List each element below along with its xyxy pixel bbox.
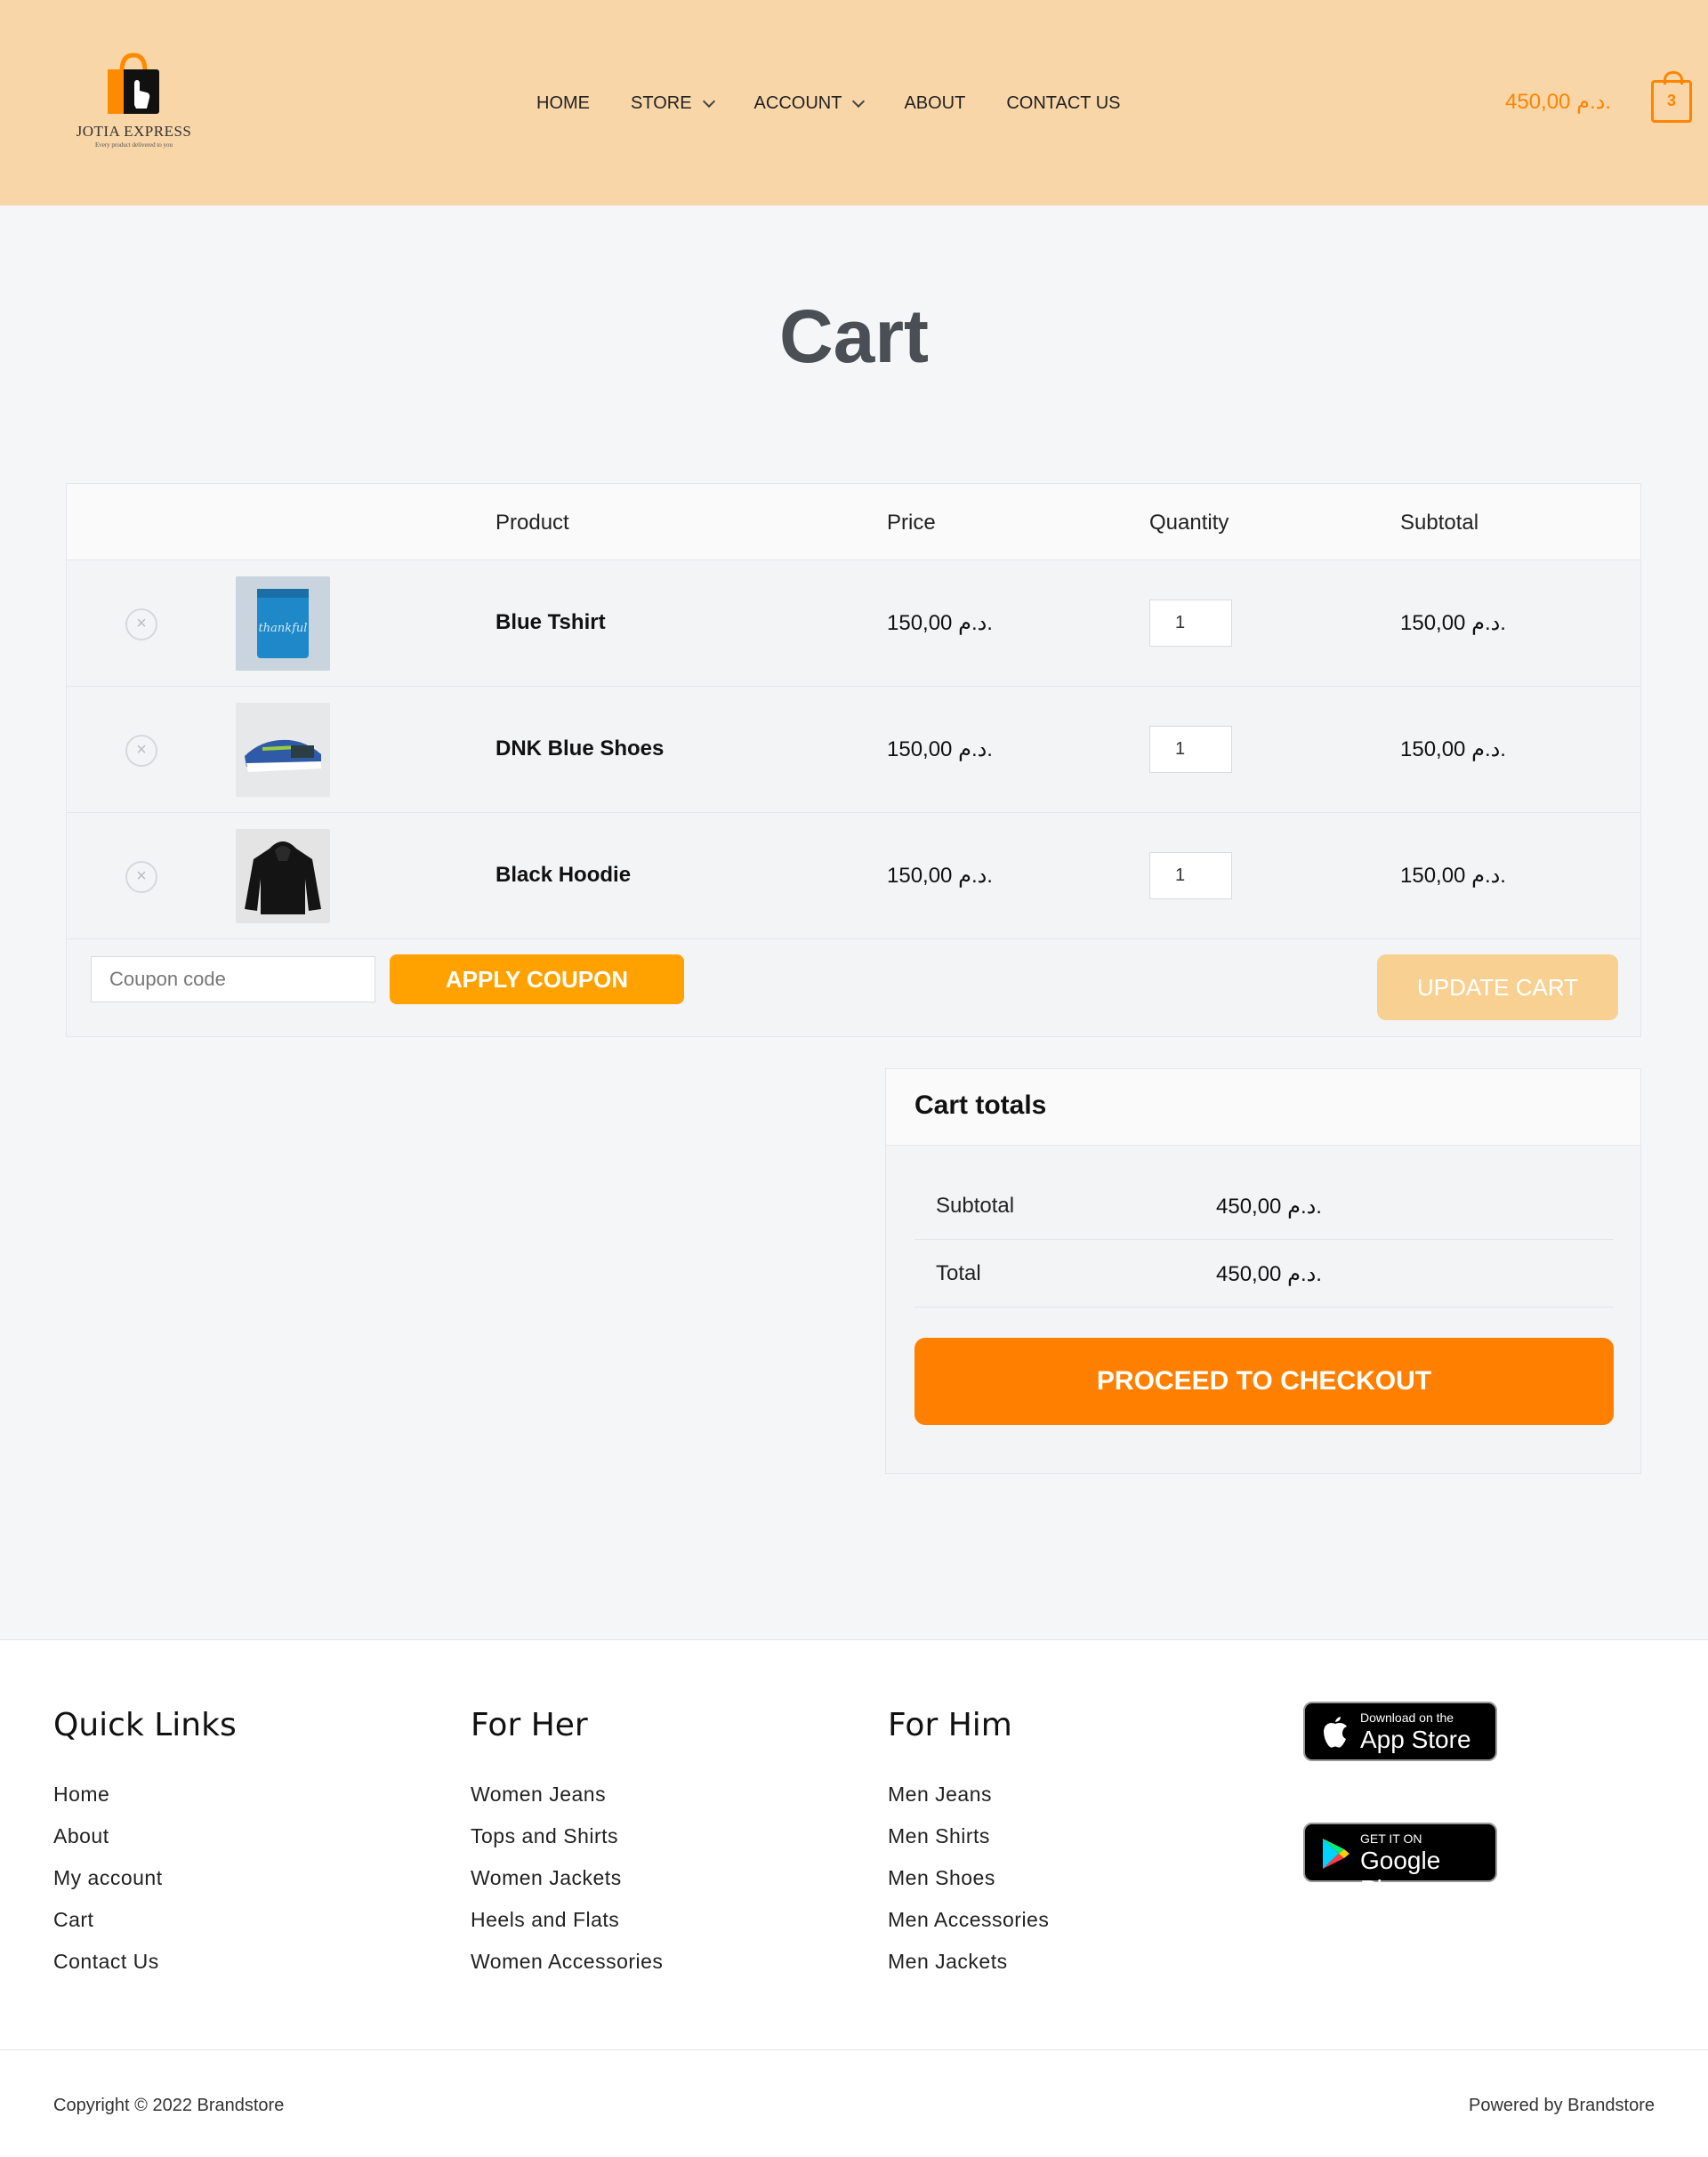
- black-hoodie-image[interactable]: [236, 829, 330, 923]
- product-price: 150,00 د.م.: [887, 737, 993, 761]
- apple-icon: [1324, 1717, 1347, 1748]
- nav-home[interactable]: HOME: [536, 93, 590, 114]
- subtotal-value: 450,00 د.م.: [1216, 1195, 1322, 1219]
- total-label: Total: [936, 1261, 981, 1285]
- proceed-to-checkout-button[interactable]: PROCEED TO CHECKOUT: [914, 1338, 1614, 1425]
- cart-totals-header: Cart totals: [886, 1069, 1640, 1146]
- product-price: 150,00 د.م.: [887, 864, 993, 888]
- cart-totals-title: Cart totals: [914, 1091, 1047, 1120]
- page-title: Cart: [778, 294, 930, 378]
- product-name-link[interactable]: Blue Tshirt: [495, 610, 606, 635]
- google-play-small-text: GET IT ON: [1360, 1831, 1422, 1846]
- column-header-product: Product: [495, 511, 569, 535]
- quantity-input[interactable]: 1: [1149, 600, 1232, 647]
- nav-store-label: STORE: [631, 93, 692, 113]
- cart-table-header: Product Price Quantity Subtotal: [67, 484, 1640, 560]
- chevron-down-icon: [852, 94, 866, 108]
- cart-row: × DNK Blue Shoes 150,00 د.م. 1 150,00 د.…: [67, 687, 1640, 813]
- footer-link[interactable]: Men Jackets: [888, 1948, 1049, 1990]
- main-nav: HOME STORE ACCOUNT ABOUT CONTACT US: [536, 89, 1162, 117]
- app-store-big-text: App Store: [1360, 1726, 1471, 1753]
- footer-link[interactable]: About: [53, 1823, 237, 1864]
- cart-bag-icon[interactable]: 3: [1651, 71, 1692, 123]
- footer-link[interactable]: Women Jackets: [471, 1864, 663, 1906]
- shopping-bag-logo-icon: [108, 52, 159, 114]
- product-subtotal: 150,00 د.م.: [1400, 864, 1506, 888]
- column-header-subtotal: Subtotal: [1400, 511, 1479, 535]
- header-cart-total[interactable]: 450,00 د.م.: [1505, 89, 1611, 115]
- site-logo[interactable]: JOTIA EXPRESS Every product delivered to…: [74, 52, 194, 154]
- cart-table: Product Price Quantity Subtotal × thankf…: [66, 483, 1641, 1037]
- footer-link[interactable]: Men Shoes: [888, 1864, 1049, 1906]
- logo-tagline: Every product delivered to you: [94, 141, 173, 149]
- quantity-input[interactable]: 1: [1149, 726, 1232, 773]
- update-cart-button[interactable]: UPDATE CART: [1377, 954, 1618, 1020]
- blue-tshirt-image[interactable]: thankful: [236, 576, 330, 671]
- powered-by-text: Powered by Brandstore: [1468, 2096, 1655, 2115]
- column-header-quantity: Quantity: [1149, 511, 1229, 535]
- nav-contact-us[interactable]: CONTACT US: [1006, 93, 1120, 114]
- subtotal-label: Subtotal: [936, 1194, 1015, 1218]
- footer-link[interactable]: Men Jeans: [888, 1781, 1049, 1823]
- product-name-link[interactable]: Black Hoodie: [495, 863, 631, 888]
- total-value: 450,00 د.م.: [1216, 1262, 1322, 1286]
- footer-link[interactable]: Heels and Flats: [471, 1906, 663, 1948]
- cart-row: × thankful Blue Tshirt 150,00 د.م. 1 150…: [67, 560, 1640, 687]
- site-footer: Quick Links Home About My account Cart C…: [0, 1639, 1708, 2157]
- nav-about[interactable]: ABOUT: [904, 93, 965, 114]
- product-subtotal: 150,00 د.م.: [1400, 611, 1506, 635]
- footer-for-him: For Him Men Jeans Men Shirts Men Shoes M…: [888, 1707, 1049, 1990]
- cart-row: × Black Hoodie 150,00 د.م. 1 150,00 د.م.: [67, 813, 1640, 939]
- product-subtotal: 150,00 د.م.: [1400, 737, 1506, 761]
- footer-link[interactable]: Cart: [53, 1906, 237, 1948]
- svg-text:thankful: thankful: [259, 622, 308, 635]
- column-header-price: Price: [887, 511, 936, 535]
- total-row: Total 450,00 د.م.: [914, 1240, 1614, 1308]
- site-header: JOTIA EXPRESS Every product delivered to…: [0, 0, 1708, 205]
- google-play-big-text: Google Play: [1360, 1847, 1441, 1903]
- footer-column-title: Quick Links: [53, 1707, 237, 1743]
- footer-for-her: For Her Women Jeans Tops and Shirts Wome…: [471, 1707, 663, 1990]
- footer-divider: [0, 2049, 1708, 2050]
- remove-item-icon[interactable]: ×: [125, 861, 157, 893]
- footer-link[interactable]: My account: [53, 1864, 237, 1906]
- subtotal-row: Subtotal 450,00 د.م.: [914, 1172, 1614, 1240]
- footer-column-title: For Her: [471, 1707, 588, 1743]
- nav-about-label: ABOUT: [904, 93, 966, 113]
- quantity-input[interactable]: 1: [1149, 852, 1232, 899]
- nav-account[interactable]: ACCOUNT: [753, 93, 866, 114]
- product-name-link[interactable]: DNK Blue Shoes: [495, 736, 664, 761]
- remove-item-icon[interactable]: ×: [125, 608, 157, 640]
- app-store-badge[interactable]: Download on the App Store: [1303, 1702, 1497, 1761]
- google-play-icon: [1323, 1839, 1349, 1869]
- footer-link[interactable]: Contact Us: [53, 1948, 237, 1990]
- copyright-text: Copyright © 2022 Brandstore: [53, 2096, 285, 2115]
- footer-link[interactable]: Women Jeans: [471, 1781, 663, 1823]
- blue-shoes-image[interactable]: [236, 703, 330, 797]
- product-price: 150,00 د.م.: [887, 611, 993, 635]
- chevron-down-icon: [702, 94, 715, 108]
- google-play-badge[interactable]: GET IT ON Google Play: [1303, 1823, 1497, 1903]
- footer-quick-links: Quick Links Home About My account Cart C…: [53, 1707, 237, 1990]
- footer-column-title: For Him: [888, 1707, 1012, 1743]
- cart-totals-panel: Cart totals Subtotal 450,00 د.م. Total 4…: [885, 1068, 1641, 1474]
- remove-item-icon[interactable]: ×: [125, 735, 157, 767]
- nav-home-label: HOME: [536, 93, 590, 113]
- apply-coupon-button[interactable]: APPLY COUPON: [390, 954, 684, 1004]
- logo-name: JOTIA EXPRESS: [76, 123, 192, 140]
- footer-link[interactable]: Men Shirts: [888, 1823, 1049, 1864]
- nav-account-label: ACCOUNT: [753, 93, 842, 113]
- footer-link[interactable]: Men Accessories: [888, 1906, 1049, 1948]
- app-store-small-text: Download on the: [1360, 1710, 1454, 1725]
- footer-link[interactable]: Women Accessories: [471, 1948, 663, 1990]
- coupon-code-input[interactable]: Coupon code: [91, 956, 375, 1002]
- nav-contact-label: CONTACT US: [1006, 93, 1121, 113]
- footer-link[interactable]: Tops and Shirts: [471, 1823, 663, 1864]
- footer-link[interactable]: Home: [53, 1781, 237, 1823]
- nav-store[interactable]: STORE: [631, 93, 715, 114]
